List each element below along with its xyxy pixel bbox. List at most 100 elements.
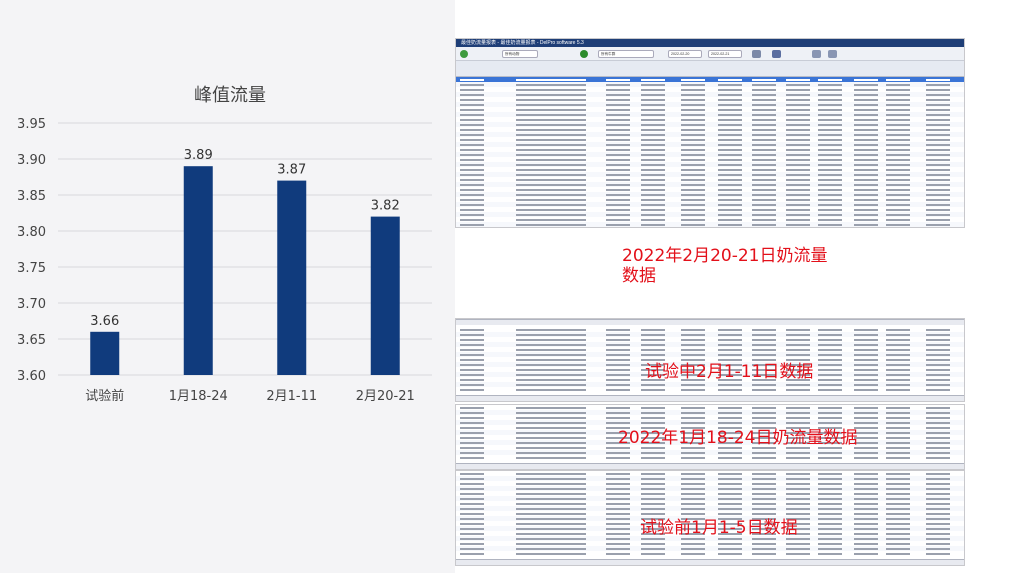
table-cell [460,193,484,196]
value-label: 3.87 [277,163,306,178]
table-cell [516,542,586,545]
annotation-feb20-21-line2: 数据 [622,266,656,287]
table-cell [818,223,842,226]
table-cell [516,218,586,221]
table-cell [854,416,878,419]
table-cell [606,411,630,414]
table-cell [681,388,705,391]
table-cell [718,411,742,414]
table-cell [926,208,950,211]
table-cell [786,173,810,176]
table-cell [516,113,586,116]
table-cell [641,208,665,211]
table-cell [786,472,810,475]
table-cell [818,128,842,131]
table-cell [718,547,742,550]
table-cell [818,218,842,221]
table-cell [818,178,842,181]
table-cell [718,213,742,216]
table-cell [681,482,705,485]
table-cell [818,527,842,530]
table-cell [606,78,630,81]
table-cell [752,188,776,191]
table-cell [718,333,742,336]
table-cell [752,138,776,141]
table-cell [926,487,950,490]
table-cell [926,472,950,475]
table-cell [926,547,950,550]
table-cell [606,542,630,545]
table-cell [886,328,910,331]
table-cell [818,542,842,545]
table-cell [752,497,776,500]
table-cell [926,542,950,545]
table-cell [641,507,665,510]
table-cell [718,343,742,346]
table-cell [854,108,878,111]
table-cell [460,223,484,226]
table-cell [681,343,705,346]
table-cell [786,203,810,206]
table-cell [854,353,878,356]
table-cell [718,552,742,555]
table-cell [752,208,776,211]
table-cell [460,203,484,206]
table-cell [926,477,950,480]
table-cell [516,411,586,414]
table-cell [786,83,810,86]
table-cell [606,218,630,221]
table-cell [818,532,842,535]
table-cell [752,93,776,96]
table-cell [752,108,776,111]
table-cell [818,333,842,336]
table-cell [886,193,910,196]
table-cell [786,223,810,226]
table-cell [718,328,742,331]
table-cell [926,188,950,191]
table-cell [926,138,950,141]
table-cell [460,188,484,191]
table-cell [460,173,484,176]
table-cell [854,223,878,226]
table-cell [516,168,586,171]
table-cell [460,113,484,116]
table-cell [752,103,776,106]
table-cell [926,123,950,126]
table-cell [752,451,776,454]
table-cell [854,456,878,459]
table-cell [516,208,586,211]
table-cell [926,78,950,81]
table-cell [818,358,842,361]
table-cell [786,353,810,356]
table-cell [718,542,742,545]
table-cell [886,388,910,391]
filter-select: 所有动物 [502,50,538,58]
table-cell [460,522,484,525]
table-cell [718,353,742,356]
table-cell [718,208,742,211]
table-cell [460,103,484,106]
table-cell [641,143,665,146]
table-cell [718,507,742,510]
table-cell [926,163,950,166]
table-cell [516,153,586,156]
table-cell [516,472,586,475]
table-cell [460,343,484,346]
table-cell [886,522,910,525]
table-cell [460,451,484,454]
y-tick-label: 3.90 [17,153,46,168]
table-cell [818,198,842,201]
table-cell [854,487,878,490]
annotation-feb1-11: 试验中2月1-11日数据 [645,362,814,382]
annotation-feb20-21-line1: 2022年2月20-21日奶流量 [622,246,828,266]
table-cell [681,472,705,475]
table-cell [718,477,742,480]
table-cell [854,328,878,331]
table-cell [718,421,742,424]
table-cell [681,143,705,146]
table-cell [516,108,586,111]
table-cell [516,133,586,136]
table-cell [752,203,776,206]
table-cell [854,173,878,176]
table-cell [606,193,630,196]
